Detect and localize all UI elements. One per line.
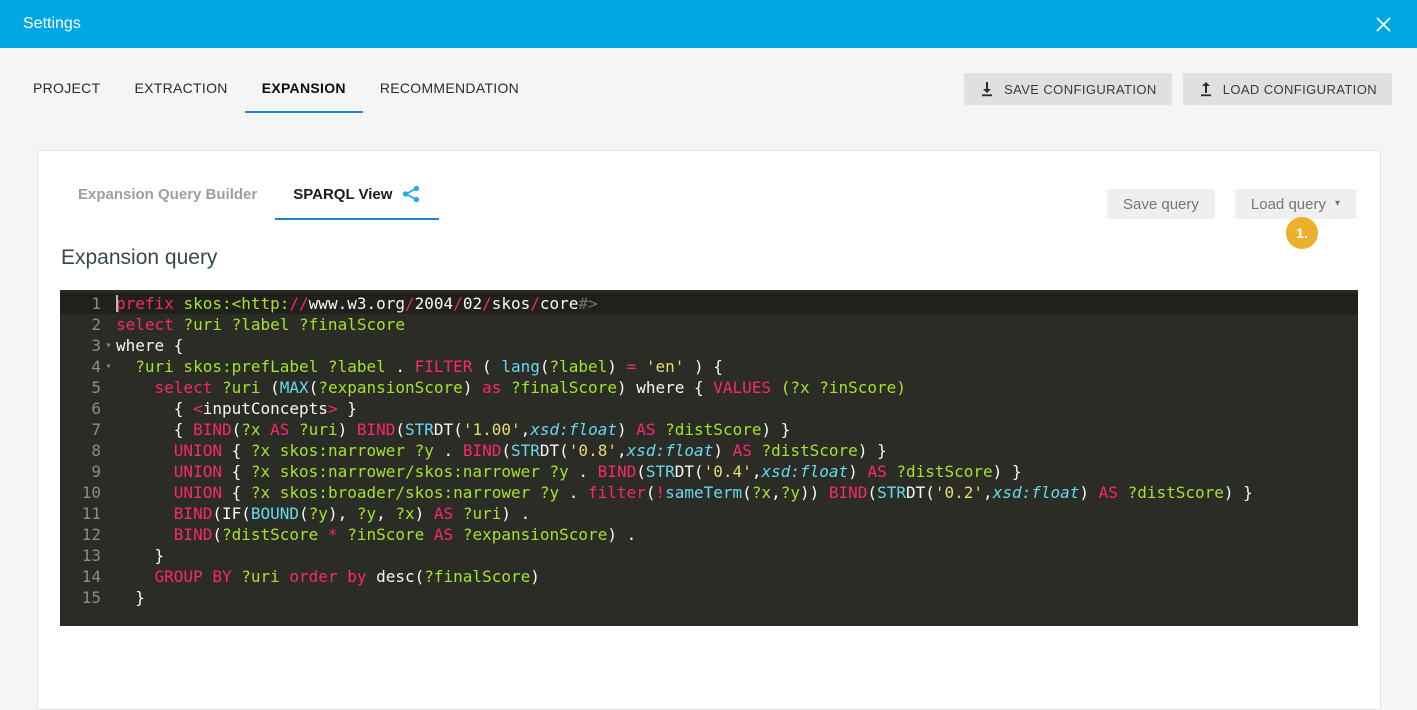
code-text: GROUP BY ?uri order by desc(?finalScore) xyxy=(116,566,1358,587)
query-buttons: Save query Load query ▾ xyxy=(1107,151,1358,220)
fold-spacer xyxy=(101,524,116,545)
save-query-label: Save query xyxy=(1123,196,1199,213)
code-line[interactable]: 10 UNION { ?x skos:broader/skos:narrower… xyxy=(60,482,1358,503)
fold-spacer xyxy=(101,587,116,608)
card-header-row: Expansion Query Builder SPARQL View xyxy=(60,151,1358,220)
fold-spacer xyxy=(101,461,116,482)
line-number: 8 xyxy=(60,440,101,461)
close-icon xyxy=(1374,15,1393,34)
line-number: 15 xyxy=(60,587,101,608)
code-text: { <inputConcepts> } xyxy=(116,398,1358,419)
tab-sparql-view[interactable]: SPARQL View xyxy=(275,151,439,220)
code-text: BIND(IF(BOUND(?y), ?y, ?x) AS ?uri) . xyxy=(116,503,1358,524)
code-text: where { xyxy=(116,335,1358,356)
code-line[interactable]: 13 } xyxy=(60,545,1358,566)
line-number: 3 xyxy=(60,335,101,356)
line-number: 12 xyxy=(60,524,101,545)
line-number: 14 xyxy=(60,566,101,587)
sparql-editor[interactable]: 1 prefix skos:<http://www.w3.org/2004/02/… xyxy=(60,290,1358,626)
tab-expansion[interactable]: EXPANSION xyxy=(245,65,363,113)
fold-spacer xyxy=(101,440,116,461)
dialog-title: Settings xyxy=(23,15,81,33)
code-text: } xyxy=(116,587,1358,608)
line-number: 2 xyxy=(60,314,101,335)
fold-spacer xyxy=(101,377,116,398)
download-icon xyxy=(979,81,995,97)
tab-extraction[interactable]: EXTRACTION xyxy=(117,65,244,113)
close-button[interactable] xyxy=(1368,9,1399,40)
fold-spacer xyxy=(101,398,116,419)
tab-expansion-query-builder[interactable]: Expansion Query Builder xyxy=(60,151,275,220)
code-text: UNION { ?x skos:narrower ?y . BIND(STRDT… xyxy=(116,440,1358,461)
code-line[interactable]: 7 { BIND(?x AS ?uri) BIND(STRDT('1.00',x… xyxy=(60,419,1358,440)
code-line[interactable]: 9 UNION { ?x skos:narrower/skos:narrower… xyxy=(60,461,1358,482)
caret-down-icon: ▾ xyxy=(1335,199,1340,209)
tab-project[interactable]: PROJECT xyxy=(16,65,117,113)
expansion-settings-card: Expansion Query Builder SPARQL View xyxy=(37,150,1381,710)
code-text: { BIND(?x AS ?uri) BIND(STRDT('1.00',xsd… xyxy=(116,419,1358,440)
code-line[interactable]: 8 UNION { ?x skos:narrower ?y . BIND(STR… xyxy=(60,440,1358,461)
settings-dialog: Settings PROJECT EXTRACTION EXPANSION RE… xyxy=(0,0,1417,710)
code-text: ?uri skos:prefLabel ?label . FILTER ( la… xyxy=(116,356,1358,377)
step-badge: 1. xyxy=(1286,217,1318,249)
toolbar-row: PROJECT EXTRACTION EXPANSION RECOMMENDAT… xyxy=(0,48,1417,113)
code-text: select ?uri (MAX(?expansionScore) as ?fi… xyxy=(116,377,1358,398)
load-configuration-button[interactable]: LOAD CONFIGURATION xyxy=(1183,73,1392,105)
load-configuration-label: LOAD CONFIGURATION xyxy=(1223,82,1377,97)
load-query-label: Load query xyxy=(1251,196,1326,213)
line-number: 5 xyxy=(60,377,101,398)
text-cursor xyxy=(116,295,118,312)
code-line[interactable]: 15 } xyxy=(60,587,1358,608)
fold-spacer xyxy=(101,314,116,335)
configuration-buttons: SAVE CONFIGURATION LOAD CONFIGURATION xyxy=(964,73,1392,105)
line-number: 1 xyxy=(60,293,101,314)
fold-spacer xyxy=(101,545,116,566)
code-line[interactable]: 5 select ?uri (MAX(?expansionScore) as ?… xyxy=(60,377,1358,398)
dialog-header: Settings xyxy=(0,0,1417,48)
line-number: 4 xyxy=(60,356,101,377)
code-text: } xyxy=(116,545,1358,566)
query-view-tabs: Expansion Query Builder SPARQL View xyxy=(60,151,439,220)
fold-spacer xyxy=(101,419,116,440)
line-number: 7 xyxy=(60,419,101,440)
fold-arrow-icon[interactable]: ▾ xyxy=(101,356,116,377)
save-configuration-label: SAVE CONFIGURATION xyxy=(1004,82,1157,97)
line-number: 13 xyxy=(60,545,101,566)
share-icon xyxy=(401,184,421,204)
code-text: BIND(?distScore * ?inScore AS ?expansion… xyxy=(116,524,1358,545)
main-tabs: PROJECT EXTRACTION EXPANSION RECOMMENDAT… xyxy=(16,65,536,113)
save-configuration-button[interactable]: SAVE CONFIGURATION xyxy=(964,73,1172,105)
line-number: 10 xyxy=(60,482,101,503)
code-text: select ?uri ?label ?finalScore xyxy=(116,314,1358,335)
code-line[interactable]: 6 { <inputConcepts> } xyxy=(60,398,1358,419)
load-query-button[interactable]: Load query ▾ xyxy=(1235,189,1356,219)
tab-recommendation[interactable]: RECOMMENDATION xyxy=(363,65,536,113)
upload-icon xyxy=(1198,81,1214,97)
code-line[interactable]: 11 BIND(IF(BOUND(?y), ?y, ?x) AS ?uri) . xyxy=(60,503,1358,524)
line-number: 9 xyxy=(60,461,101,482)
code-text: prefix skos:<http://www.w3.org/2004/02/s… xyxy=(116,293,1358,314)
code-line[interactable]: 1 prefix skos:<http://www.w3.org/2004/02/… xyxy=(60,293,1358,314)
code-line[interactable]: 3▾where { xyxy=(60,335,1358,356)
fold-arrow-icon[interactable]: ▾ xyxy=(101,335,116,356)
code-text: UNION { ?x skos:broader/skos:narrower ?y… xyxy=(116,482,1358,503)
code-line[interactable]: 14 GROUP BY ?uri order by desc(?finalSco… xyxy=(60,566,1358,587)
section-title: Expansion query xyxy=(61,246,1358,270)
fold-spacer xyxy=(101,293,116,314)
fold-spacer xyxy=(101,482,116,503)
line-number: 11 xyxy=(60,503,101,524)
save-query-button[interactable]: Save query xyxy=(1107,189,1215,219)
line-number: 6 xyxy=(60,398,101,419)
fold-spacer xyxy=(101,503,116,524)
code-text: UNION { ?x skos:narrower/skos:narrower ?… xyxy=(116,461,1358,482)
sparql-view-label: SPARQL View xyxy=(293,186,392,203)
code-line[interactable]: 2 select ?uri ?label ?finalScore xyxy=(60,314,1358,335)
fold-spacer xyxy=(101,566,116,587)
expansion-query-builder-label: Expansion Query Builder xyxy=(78,186,257,203)
code-line[interactable]: 4▾ ?uri skos:prefLabel ?label . FILTER (… xyxy=(60,356,1358,377)
code-line[interactable]: 12 BIND(?distScore * ?inScore AS ?expans… xyxy=(60,524,1358,545)
